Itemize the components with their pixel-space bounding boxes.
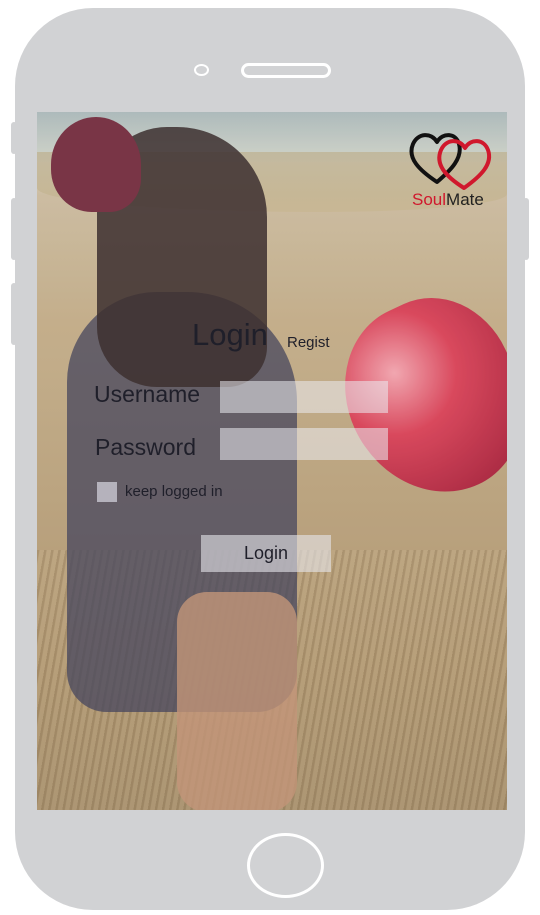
brand-name-soul: Soul — [412, 190, 447, 209]
earpiece-speaker — [241, 63, 331, 78]
password-label: Password — [95, 434, 196, 460]
keep-logged-in-label: keep logged in — [125, 483, 223, 500]
hearts-logo-icon — [409, 133, 492, 190]
brand-name: SoulMate — [412, 190, 484, 210]
home-button[interactable] — [247, 833, 324, 898]
side-button-mute — [11, 122, 17, 154]
password-input[interactable] — [220, 428, 388, 460]
side-button-volume-up — [11, 198, 17, 260]
photo-overlay — [37, 112, 507, 810]
brand-logo: SoulMate — [409, 130, 499, 210]
brand-name-mate: Mate — [446, 190, 484, 209]
side-button-volume-down — [11, 283, 17, 345]
login-button[interactable]: Login — [201, 535, 331, 572]
register-link[interactable]: Regist — [287, 334, 330, 351]
side-button-power — [523, 198, 529, 260]
front-camera — [194, 64, 209, 76]
app-screen: SoulMate Login Regist Username Password … — [37, 112, 507, 810]
username-input[interactable] — [220, 381, 388, 413]
keep-logged-in-checkbox[interactable] — [97, 482, 117, 502]
login-title: Login — [192, 317, 268, 352]
username-label: Username — [94, 381, 201, 407]
